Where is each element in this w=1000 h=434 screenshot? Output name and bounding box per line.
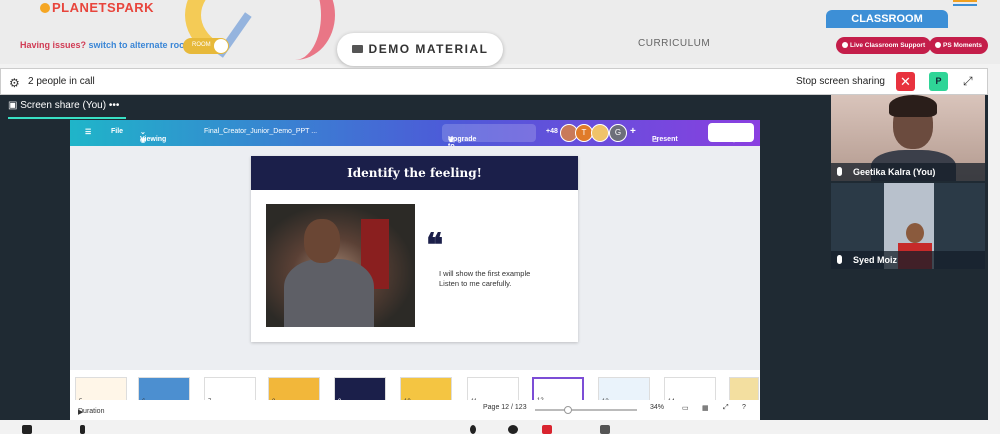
participant-name-text: Syed Moiz [853, 255, 898, 265]
mic-icon [837, 167, 842, 176]
camera-icon[interactable] [22, 425, 32, 434]
mic-icon [837, 255, 842, 264]
more-icon[interactable]: ••• [109, 100, 120, 111]
menu-icon[interactable]: ☰ [85, 128, 91, 136]
ps-moments-button[interactable]: PS Moments [929, 37, 989, 54]
call-bar: ⚙ 2 people in call Stop screen sharing ✕… [0, 68, 988, 95]
demo-material-button[interactable]: DEMO MATERIAL [337, 33, 503, 66]
share-button[interactable]: ⇪ Share [708, 123, 754, 144]
participant-tile: Syed Moiz [831, 183, 985, 269]
editor-workspace: Identify the feeling! ❝ I will show the … [70, 146, 760, 370]
issues-text: Having issues? switch to alternate room [20, 40, 193, 50]
shared-screen: ☰ File ◉ Viewing ⌄ Final_Creator_Junior_… [70, 120, 760, 420]
camera-icon [935, 42, 941, 48]
whiteboard-icon[interactable] [542, 425, 552, 434]
screen-share-label: Screen share (You) [20, 100, 107, 111]
zoom-level: 34% [650, 404, 665, 411]
video-figure [906, 223, 924, 243]
notes-icon[interactable]: ▭ [682, 404, 689, 412]
logo-text: PLANETSPARK [52, 0, 155, 15]
mic-icon[interactable] [80, 425, 85, 434]
screen-share-tab[interactable]: ▣ Screen share (You) ••• [8, 100, 119, 111]
zoom-slider-knob[interactable] [564, 406, 572, 414]
file-menu[interactable]: File [111, 128, 123, 135]
slide-title: Identify the feeling! [251, 156, 578, 190]
collaborator-avatar[interactable]: G [609, 124, 627, 142]
participant-name: Geetika Kalra (You) [831, 163, 985, 181]
raise-hand-icon[interactable] [508, 425, 518, 434]
canva-toolbar: ☰ File ◉ Viewing ⌄ Final_Creator_Junior_… [70, 120, 760, 164]
bottom-toolbar [0, 420, 1000, 434]
gear-icon[interactable]: ⚙ [9, 76, 20, 90]
menu-icon[interactable] [953, 0, 977, 6]
issues-label: Having issues? [20, 40, 87, 50]
planetspark-logo: PLANETSPARK [40, 0, 154, 15]
classroom-tab[interactable]: CLASSROOM [826, 10, 948, 28]
screen-icon: ▣ [8, 100, 21, 111]
curriculum-tab[interactable]: CURRICULUM [638, 38, 710, 49]
viewing-menu[interactable]: ◉ Viewing ⌄ [140, 128, 166, 144]
file-name: Final_Creator_Junior_Demo_PPT ... [204, 128, 318, 135]
photo-detail [304, 219, 340, 263]
live-support-label: Live Classroom Support [850, 42, 926, 49]
canva-footer: ▶ Duration Page 12 / 123 34% ▭ ▦ ⤢ ? [70, 400, 760, 420]
participant-avatar[interactable]: P [929, 72, 948, 91]
stop-sharing-label: Stop screen sharing [796, 76, 885, 87]
switch-room-link[interactable]: switch to alternate room [89, 40, 193, 50]
add-collaborator-icon[interactable]: + [630, 126, 636, 137]
participant-name: Syed Moiz [831, 251, 985, 269]
duration-label: Duration [78, 408, 105, 415]
top-bar: PLANETSPARK Having issues? switch to alt… [0, 0, 1000, 70]
quote-icon: ❝ [426, 226, 444, 264]
help-icon[interactable]: ? [742, 404, 746, 411]
viewing-label: Viewing [140, 136, 167, 143]
room-toggle-label: ROOM [192, 42, 211, 48]
present-label: Present [652, 136, 678, 143]
current-slide: Identify the feeling! ❝ I will show the … [251, 156, 578, 342]
zoom-slider[interactable] [535, 406, 637, 414]
slide-line-1: I will show the first example [439, 269, 531, 278]
slide-photo [266, 204, 415, 327]
grid-icon[interactable] [600, 425, 610, 434]
live-support-button[interactable]: Live Classroom Support [836, 37, 932, 54]
logo-icon [40, 3, 50, 13]
ps-moments-label: PS Moments [943, 42, 983, 49]
photo-detail [284, 259, 374, 327]
person-icon[interactable] [470, 425, 476, 434]
participant-name-text: Geetika Kalra (You) [853, 167, 936, 177]
video-figure [889, 95, 937, 117]
grid-view-icon[interactable]: ▦ [702, 404, 709, 412]
participant-tile: Geetika Kalra (You) [831, 95, 985, 181]
page-indicator: Page 12 / 123 [483, 404, 527, 411]
people-count: 2 people in call [28, 76, 95, 87]
slide-line-2: Listen to me carefully. [439, 279, 512, 288]
demo-material-label: DEMO MATERIAL [368, 42, 489, 56]
toggle-knob [214, 39, 228, 53]
tab-underline [8, 117, 126, 119]
slide-text: I will show the first example Listen to … [439, 269, 530, 289]
collaborator-avatar[interactable] [591, 124, 609, 142]
fullscreen-icon[interactable]: ⤢ [723, 404, 729, 412]
stop-sharing-button[interactable]: ✕ [896, 72, 915, 91]
collaborator-count[interactable]: +48 [546, 128, 558, 135]
support-icon [842, 42, 848, 48]
expand-icon[interactable]: ⤢ [963, 74, 973, 89]
folder-icon [351, 45, 363, 53]
room-toggle[interactable]: ROOM [183, 38, 229, 54]
